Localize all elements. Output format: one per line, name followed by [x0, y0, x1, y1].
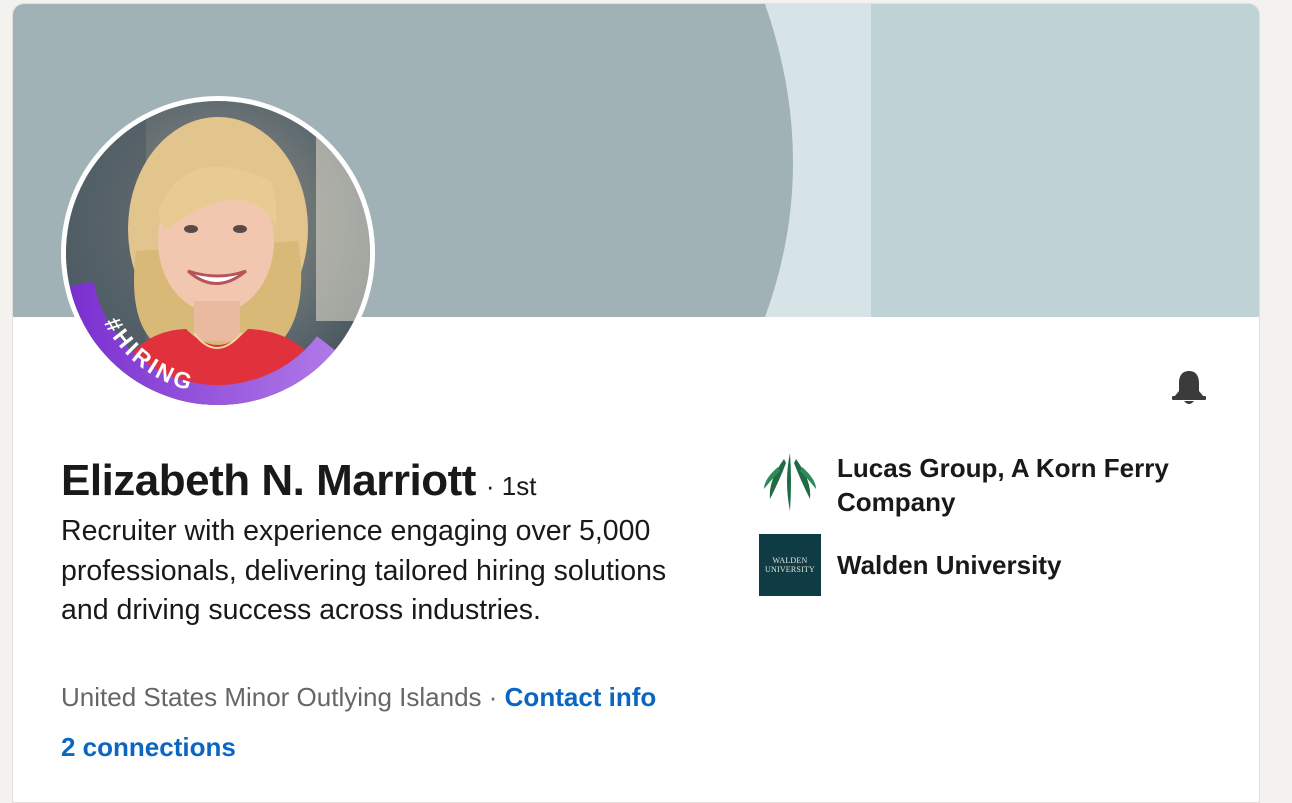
- connections-row: 2 connections: [61, 732, 236, 763]
- notification-bell-button[interactable]: [1167, 365, 1211, 409]
- school-name: Walden University: [837, 550, 1062, 580]
- contact-info-link[interactable]: Contact info: [505, 682, 657, 712]
- lucas-group-logo: [759, 451, 821, 513]
- walden-university-logo: WALDEN UNIVERSITY: [759, 534, 821, 596]
- current-company[interactable]: Lucas Group, A Korn Ferry Company: [759, 451, 1217, 519]
- walden-logo-line-2: UNIVERSITY: [765, 565, 815, 574]
- connection-degree: · 1st: [485, 471, 537, 501]
- profile-photo[interactable]: #HIRING: [61, 96, 375, 410]
- company-name: Lucas Group, A Korn Ferry Company: [837, 453, 1169, 517]
- walden-logo-line-1: WALDEN: [772, 556, 808, 565]
- location-separator: ·: [481, 682, 505, 712]
- profile-name: Elizabeth N. Marriott: [61, 456, 476, 505]
- profile-card: #HIRING Elizabeth N. Marriott · 1st Recr…: [12, 3, 1260, 803]
- profile-name-row: Elizabeth N. Marriott · 1st: [61, 456, 536, 506]
- connections-link[interactable]: 2 connections: [61, 732, 236, 762]
- bell-icon: [1172, 371, 1206, 404]
- location-row: United States Minor Outlying Islands · C…: [61, 682, 656, 713]
- profile-location: United States Minor Outlying Islands: [61, 682, 482, 712]
- education-school[interactable]: WALDEN UNIVERSITY Walden University: [759, 534, 1217, 596]
- profile-headline: Recruiter with experience engaging over …: [61, 515, 667, 626]
